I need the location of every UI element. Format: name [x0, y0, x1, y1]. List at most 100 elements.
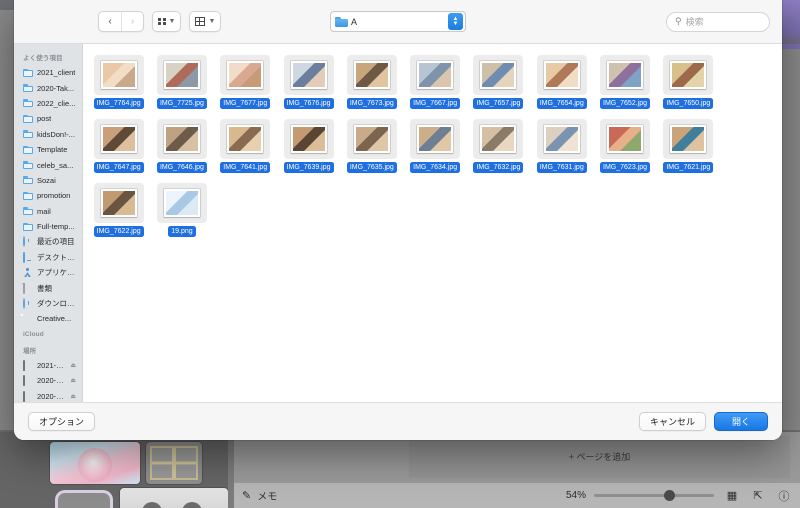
file-item[interactable]: IMG_7621.jpg — [657, 116, 720, 180]
cancel-button[interactable]: キャンセル — [638, 412, 706, 431]
folder-icon — [23, 161, 33, 170]
file-thumbnail-frame — [600, 55, 651, 95]
pencil-note-icon[interactable]: ✎ — [242, 489, 251, 502]
sidebar-item-creative[interactable]: Creative... — [14, 311, 82, 326]
sidebar-item-[interactable]: ダウンロ… — [14, 296, 82, 311]
navigation-segmented-control[interactable]: ‹ › — [98, 11, 144, 32]
file-item[interactable]: IMG_7641.jpg — [214, 116, 277, 180]
file-item[interactable]: IMG_7657.jpg — [467, 52, 530, 116]
file-thumbnail-image — [670, 61, 707, 89]
sidebar-item-2022-clie[interactable]: 2022_clie... — [14, 96, 82, 111]
sidebar-item-label: デスクト… — [37, 252, 75, 262]
memo-label[interactable]: メモ — [257, 488, 277, 503]
sidebar-section-header: 場所 — [23, 347, 37, 355]
file-name-label: IMG_7635.jpg — [346, 162, 397, 173]
format-panel-icon[interactable]: ▦ — [724, 488, 740, 504]
eject-icon[interactable]: ⏏ — [70, 377, 82, 384]
drive-icon — [23, 375, 33, 387]
file-item[interactable]: IMG_7634.jpg — [403, 116, 466, 180]
file-item[interactable]: IMG_7646.jpg — [150, 116, 213, 180]
sidebar-item-label: 書類 — [37, 283, 52, 293]
drive-icon — [23, 359, 33, 371]
add-page-label[interactable]: + ページを追加 — [409, 450, 790, 463]
sidebar-item-2020[interactable]: 2020-… ⏏ — [14, 388, 82, 402]
sidebar-item-kidsdon[interactable]: kidsDon!-... — [14, 127, 82, 142]
question-circle-icon[interactable]: ⓘ — [776, 488, 792, 504]
up-down-arrows-icon[interactable]: ▲ ▼ — [448, 13, 463, 30]
search-input[interactable]: ⚲ 検索 — [666, 11, 770, 32]
sidebar-item-[interactable]: 書類 — [14, 280, 82, 295]
sidebar-item-2020[interactable]: 2020-… ⏏ — [14, 373, 82, 388]
file-grid: IMG_7764.jpg IMG_7725.jpg IMG_7677.jpg IMG_… — [83, 44, 782, 244]
dialog-toolbar: ‹ › ▼ ▼ A ▲ ▼ ⚲ 検索 — [14, 0, 782, 44]
options-button[interactable]: オプション — [28, 412, 96, 431]
file-item[interactable]: IMG_7647.jpg — [87, 116, 150, 180]
file-item[interactable]: IMG_7676.jpg — [277, 52, 340, 116]
sidebar-item-label: Full-temp... — [37, 222, 75, 232]
sidebar-section-header: iCloud — [23, 330, 44, 338]
file-thumbnail-image — [480, 61, 517, 89]
file-name-label: IMG_7623.jpg — [600, 162, 651, 173]
file-thumbnail-image — [100, 61, 137, 89]
sidebar-item-template[interactable]: Template — [14, 142, 82, 157]
sidebar-item-sozai[interactable]: Sozai — [14, 173, 82, 188]
file-name-label: IMG_7657.jpg — [473, 98, 524, 109]
zoom-slider-handle[interactable] — [663, 490, 675, 501]
chevron-down-icon: ▼ — [168, 18, 176, 25]
eject-icon[interactable]: ⏏ — [70, 362, 82, 369]
sidebar-item-[interactable]: デスクト… — [14, 250, 82, 265]
file-item[interactable]: IMG_7635.jpg — [340, 116, 403, 180]
zoom-slider[interactable] — [594, 490, 714, 501]
slide-thumbnail — [55, 490, 113, 508]
file-browser-content[interactable]: IMG_7764.jpg IMG_7725.jpg IMG_7677.jpg IMG_… — [83, 44, 782, 402]
group-view-button[interactable]: ▼ — [189, 11, 222, 32]
file-name-label: IMG_7677.jpg — [220, 98, 271, 109]
open-button[interactable]: 開く — [714, 412, 768, 431]
file-thumbnail-image — [163, 125, 200, 153]
file-name-label: IMG_7650.jpg — [663, 98, 714, 109]
file-item[interactable]: IMG_7654.jpg — [530, 52, 593, 116]
file-item[interactable]: IMG_7764.jpg — [87, 52, 150, 116]
file-item[interactable]: IMG_7667.jpg — [403, 52, 466, 116]
sidebar-item-full-temp[interactable]: Full-temp... — [14, 219, 82, 234]
file-item[interactable]: IMG_7639.jpg — [277, 116, 340, 180]
location-dropdown[interactable]: A ▲ ▼ — [330, 11, 466, 32]
file-item[interactable]: IMG_7631.jpg — [530, 116, 593, 180]
sidebar-item-2020-tak[interactable]: 2020-Tak... — [14, 80, 82, 95]
drive-icon — [23, 390, 33, 402]
sidebar-item-promotion[interactable]: promotion — [14, 188, 82, 203]
sidebar-item-label: 2022_clie... — [37, 98, 76, 108]
sidebar-item-label: 2020-… — [37, 391, 64, 401]
file-item[interactable]: IMG_7673.jpg — [340, 52, 403, 116]
sidebar-item-label: アプリケ… — [37, 268, 75, 278]
file-item[interactable]: IMG_7622.jpg — [87, 180, 150, 244]
sidebar-item-celeb-sa[interactable]: celeb_sa... — [14, 157, 82, 172]
file-thumbnail-image — [607, 125, 644, 153]
file-item[interactable]: IMG_7677.jpg — [214, 52, 277, 116]
file-item[interactable]: IMG_7725.jpg — [150, 52, 213, 116]
eject-icon[interactable]: ⏏ — [70, 393, 82, 400]
icon-view-button[interactable]: ▼ — [152, 11, 182, 32]
sidebar-item-[interactable]: アプリケ… — [14, 265, 82, 280]
folder-icon — [23, 191, 33, 200]
file-name-label: IMG_7634.jpg — [410, 162, 461, 173]
file-thumbnail-image — [353, 125, 390, 153]
file-item[interactable]: IMG_7650.jpg — [657, 52, 720, 116]
expand-arrows-icon[interactable]: ⇱ — [750, 488, 766, 504]
file-item[interactable]: IMG_7652.jpg — [593, 52, 656, 116]
file-thumbnail-image — [417, 61, 454, 89]
back-button[interactable]: ‹ — [99, 12, 121, 31]
file-item[interactable]: IMG_7632.jpg — [467, 116, 530, 180]
file-thumbnail-frame — [283, 55, 334, 95]
sidebar-item-2021[interactable]: 2021-… ⏏ — [14, 358, 82, 373]
folder-icon — [23, 114, 33, 123]
file-thumbnail-frame — [346, 55, 397, 95]
sidebar-item-mail[interactable]: mail — [14, 204, 82, 219]
sidebar-item-[interactable]: 最近の項目 — [14, 234, 82, 249]
file-item[interactable]: IMG_7623.jpg — [593, 116, 656, 180]
sidebar-item-post[interactable]: post — [14, 111, 82, 126]
folder-icon — [23, 176, 33, 185]
file-thumbnail-image — [417, 125, 454, 153]
sidebar-item-2021-client[interactable]: 2021_client — [14, 65, 82, 80]
file-item[interactable]: 19.png — [150, 180, 213, 244]
